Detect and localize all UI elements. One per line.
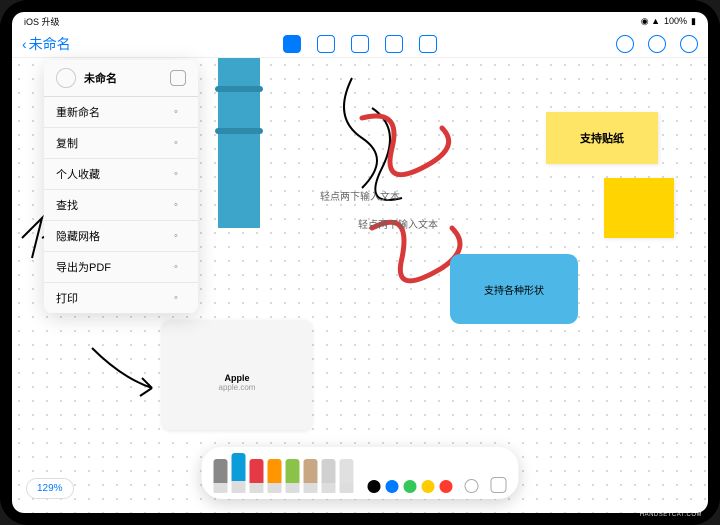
link-subtitle: apple.com [219, 383, 256, 392]
board-title: 未命名 [29, 34, 71, 54]
media-tool-icon[interactable] [419, 35, 437, 53]
status-left: iOS 升级 [24, 15, 60, 28]
menu-share-icon[interactable] [170, 70, 186, 86]
color-swatch-2[interactable] [404, 480, 417, 493]
compose-icon[interactable] [680, 35, 698, 53]
menu-item-pencil[interactable]: 重新命名◦ [44, 97, 198, 128]
share-icon[interactable] [648, 35, 666, 53]
text-tool-icon[interactable] [351, 35, 369, 53]
header-right [616, 35, 698, 53]
bamboo-drawing [218, 58, 260, 228]
battery-icon: ▮ [691, 16, 696, 27]
menu-item-search[interactable]: 查找◦ [44, 190, 198, 221]
battery-text: 100% [664, 16, 687, 26]
pencil-icon: ◦ [174, 106, 186, 118]
status-right: ◉ ▲ 100% ▮ [641, 16, 696, 27]
color-row [368, 480, 453, 493]
tablet-frame: iOS 升级 ◉ ▲ 100% ▮ ‹ 未命名 [0, 0, 720, 525]
pen-tool-6[interactable] [322, 459, 336, 493]
link-card[interactable]: Apple apple.com [162, 320, 312, 430]
menu-item-copy[interactable]: 复制◦ [44, 128, 198, 159]
wifi-icon: ◉ ▲ [641, 16, 660, 27]
print-icon: ◦ [174, 292, 186, 304]
chevron-left-icon: ‹ [22, 36, 27, 52]
status-bar: iOS 升级 ◉ ▲ 100% ▮ [12, 12, 708, 30]
pen-tool-0[interactable] [214, 459, 228, 493]
screen: iOS 升级 ◉ ▲ 100% ▮ ‹ 未命名 [12, 12, 708, 513]
text-hint-2[interactable]: 轻点两下输入文本 [358, 216, 438, 231]
copy-icon: ◦ [174, 137, 186, 149]
color-swatch-4[interactable] [440, 480, 453, 493]
dock-more-icon[interactable] [491, 477, 507, 493]
tool-dock [202, 447, 519, 499]
context-menu: 未命名 重新命名◦复制◦个人收藏◦查找◦隐藏网格◦导出为PDF◦打印◦ [44, 60, 198, 314]
board-avatar-icon [56, 68, 76, 88]
more-icon[interactable] [616, 35, 634, 53]
sticky-note-1[interactable]: 支持贴纸 [546, 112, 658, 164]
color-swatch-3[interactable] [422, 480, 435, 493]
pen-tool-5[interactable] [304, 459, 318, 493]
menu-header: 未命名 [44, 60, 198, 97]
shape-box[interactable]: 支持各种形状 [450, 254, 578, 324]
pen-tool-2[interactable] [250, 459, 264, 493]
menu-item-print[interactable]: 打印◦ [44, 283, 198, 314]
pen-tool-1[interactable] [232, 453, 246, 493]
pen-tool-4[interactable] [286, 459, 300, 493]
search-icon: ◦ [174, 199, 186, 211]
shape-tool-icon[interactable] [385, 35, 403, 53]
pen-tool-7[interactable] [340, 459, 354, 493]
menu-item-grid[interactable]: 隐藏网格◦ [44, 221, 198, 252]
grid-icon: ◦ [174, 230, 186, 242]
pen-tool-3[interactable] [268, 459, 282, 493]
export-icon: ◦ [174, 261, 186, 273]
color-picker-icon[interactable] [465, 479, 479, 493]
sticky-tool-icon[interactable] [317, 35, 335, 53]
zoom-indicator[interactable]: 129% [26, 478, 74, 499]
menu-item-export[interactable]: 导出为PDF◦ [44, 252, 198, 283]
board-header: ‹ 未命名 [12, 30, 708, 58]
color-swatch-0[interactable] [368, 480, 381, 493]
header-tools [283, 35, 437, 53]
menu-title: 未命名 [84, 70, 162, 86]
back-button[interactable]: ‹ 未命名 [22, 34, 71, 54]
watermark: Handset Cat HANDSETCAT.COM [640, 503, 702, 519]
text-hint-1[interactable]: 轻点两下输入文本 [320, 188, 400, 203]
color-swatch-1[interactable] [386, 480, 399, 493]
heart-icon: ◦ [174, 168, 186, 180]
draw-tool-icon[interactable] [283, 35, 301, 53]
link-title: Apple [224, 373, 249, 383]
sticky-note-2[interactable] [604, 178, 674, 238]
menu-item-heart[interactable]: 个人收藏◦ [44, 159, 198, 190]
